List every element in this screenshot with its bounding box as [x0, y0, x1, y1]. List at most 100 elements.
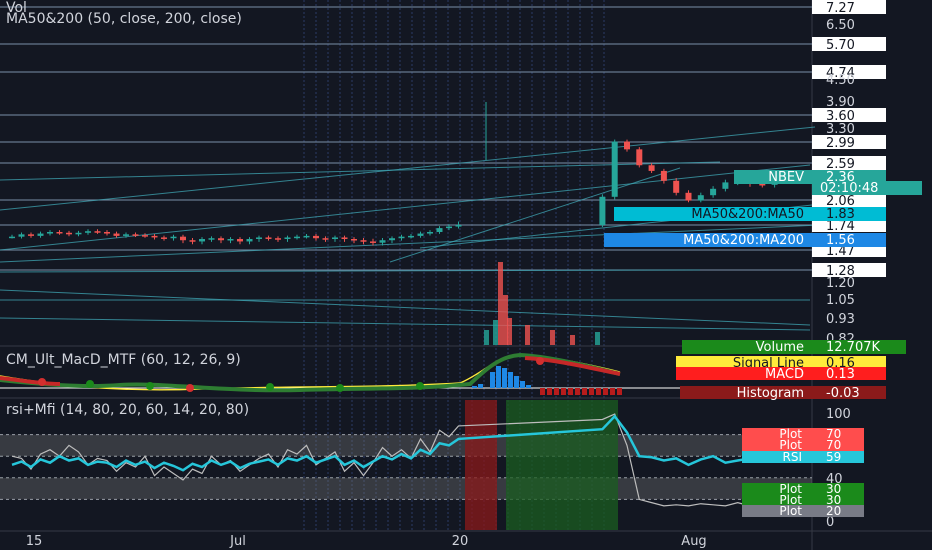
candle: [132, 234, 139, 236]
macd-histogram-bar: [575, 388, 580, 395]
candle: [208, 238, 215, 240]
ma-study-label[interactable]: MA50&200 (50, close, 200, close): [6, 11, 242, 27]
candle: [759, 184, 766, 186]
candle: [246, 239, 253, 242]
volume-bar: [570, 335, 575, 345]
rsi-overbought-zone: [465, 400, 497, 530]
candle: [75, 232, 82, 235]
candle: [161, 237, 167, 239]
volume-bar: [525, 325, 530, 345]
price-axis-tick: 1.05: [826, 293, 855, 308]
macd-histogram-bar: [603, 388, 608, 395]
candle: [275, 238, 281, 240]
volume-tag-ext: [886, 340, 906, 354]
rsi-overbought-band: [0, 434, 812, 457]
macd-histogram-bar: [547, 388, 552, 395]
candle: [313, 235, 319, 239]
ma200-tag-value: 1.56: [826, 233, 855, 248]
volume-bar: [595, 332, 600, 345]
rsi-axis-tick: 100: [826, 407, 851, 422]
time-axis-label: Jul: [229, 534, 246, 549]
candle: [256, 237, 262, 239]
candle: [322, 238, 329, 240]
candle: [18, 234, 25, 237]
macd-histogram-bar: [514, 376, 519, 388]
candle: [673, 180, 680, 193]
candle: [56, 232, 63, 234]
macd-histogram-bar: [561, 388, 566, 395]
candle: [370, 241, 376, 243]
macd-histogram-bar: [617, 388, 622, 395]
volume-tag: Volume: [756, 340, 804, 355]
candle: [237, 239, 243, 242]
candle: [722, 182, 729, 189]
trend-line: [0, 126, 816, 211]
macd-cross-dot: [416, 382, 424, 390]
candle: [360, 240, 367, 242]
candle: [142, 235, 148, 237]
rsi-study-label[interactable]: rsi+Mfi (14, 80, 20, 60, 14, 20, 80): [6, 402, 249, 418]
candle: [710, 188, 717, 196]
price-axis-tick: 2.99: [826, 136, 855, 151]
ma50-tag-value: 1.83: [826, 207, 855, 222]
candle: [697, 195, 704, 201]
candle: [636, 149, 643, 166]
price-axis-tick: 3.90: [826, 95, 855, 110]
candle: [265, 237, 272, 239]
macd-study-label[interactable]: CM_Ult_MacD_MTF (60, 12, 26, 9): [6, 352, 241, 368]
candle: [455, 225, 462, 227]
candle: [104, 232, 110, 234]
candle: [408, 235, 414, 238]
macd-histogram-bar: [478, 384, 483, 388]
macd-tag-label: Histogram: [737, 386, 804, 401]
candle: [648, 165, 655, 171]
stock-chart[interactable]: 7.276.505.704.744.503.903.603.302.992.59…: [0, 0, 932, 550]
candle: [47, 232, 53, 234]
candle: [660, 170, 667, 181]
candle: [227, 239, 234, 241]
macd-tag-label: MACD: [765, 367, 804, 382]
candle: [417, 233, 424, 236]
price-axis-tick: 7.27: [826, 1, 855, 16]
volume-bar: [550, 330, 555, 345]
rsi-tag-label: Plot: [779, 504, 802, 518]
macd-tag-value: 0.13: [826, 367, 855, 382]
symbol-tag: NBEV: [768, 170, 804, 185]
candle: [9, 236, 15, 239]
macd-histogram-bar: [554, 388, 559, 395]
macd-histogram-bar: [508, 372, 513, 388]
macd-histogram-bar: [596, 388, 601, 395]
macd-histogram-bar: [589, 388, 594, 395]
price-axis-tick: 0.93: [826, 312, 855, 327]
candle: [85, 231, 91, 233]
candle: [180, 236, 186, 241]
time-axis-label: 20: [452, 534, 469, 549]
macd-histogram-bar: [520, 381, 525, 388]
candle: [599, 196, 606, 225]
candle: [199, 239, 205, 242]
macd-cross-dot: [536, 357, 544, 365]
candle: [294, 236, 300, 239]
candle: [398, 236, 405, 239]
macd-cross-dot: [38, 378, 46, 386]
candle: [379, 240, 386, 243]
macd-cross-dot: [86, 380, 94, 388]
candle: [218, 238, 224, 241]
candle: [94, 231, 101, 233]
price-axis-tick: 6.50: [826, 18, 855, 33]
macd-histogram-bar: [490, 372, 495, 388]
price-axis-tick: 1.20: [826, 276, 855, 291]
volume-bar: [498, 262, 503, 345]
candle: [624, 141, 630, 150]
candle: [170, 236, 177, 239]
candle: [332, 237, 338, 239]
candle: [28, 234, 34, 236]
macd-histogram-bar: [496, 366, 501, 388]
macd-cross-dot: [186, 384, 194, 392]
rsi-tag-value: 59: [826, 450, 841, 464]
rsi-tag-value: 20: [826, 504, 841, 518]
volume-bar: [507, 318, 512, 345]
time-axis-label: 15: [26, 534, 43, 549]
candle: [113, 233, 120, 236]
price-axis-tick: 5.70: [826, 38, 855, 53]
